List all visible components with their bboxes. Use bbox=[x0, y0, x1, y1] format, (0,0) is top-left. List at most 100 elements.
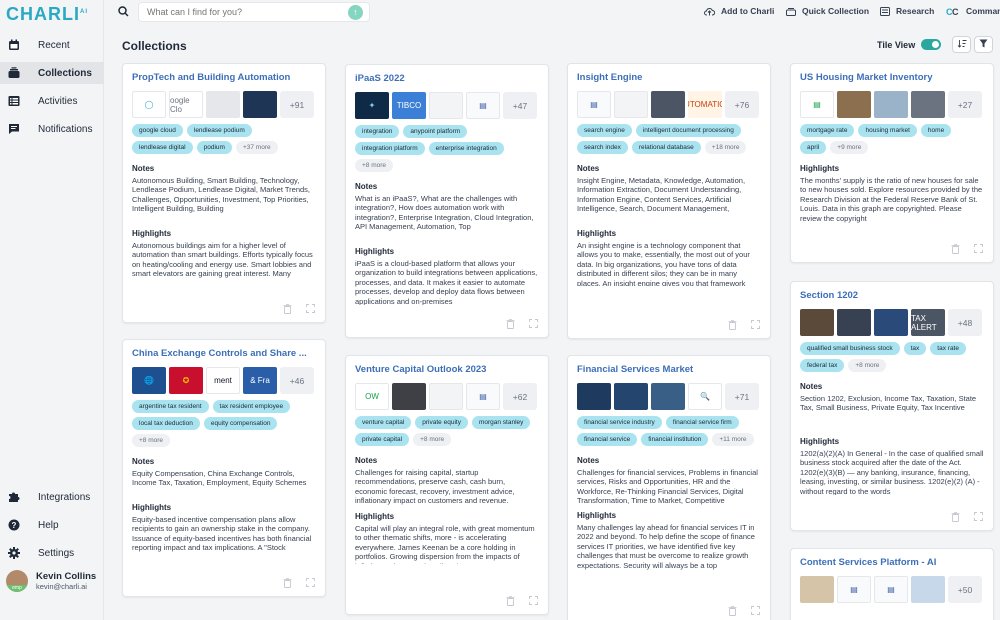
keyword-tag[interactable]: integration platform bbox=[355, 142, 425, 155]
collection-title[interactable]: Financial Services Market bbox=[577, 364, 761, 375]
document-thumbnail[interactable] bbox=[651, 91, 685, 118]
more-tags-button[interactable]: +8 more bbox=[132, 434, 171, 447]
more-documents-count[interactable]: +62 bbox=[503, 383, 537, 410]
expand-icon[interactable] bbox=[306, 304, 315, 314]
collection-title[interactable]: Insight Engine bbox=[577, 72, 761, 83]
trash-icon[interactable] bbox=[283, 578, 292, 588]
sidebar-item-notifications[interactable]: Notifications bbox=[0, 118, 104, 140]
more-tags-button[interactable]: +8 more bbox=[413, 433, 452, 446]
collection-title[interactable]: Venture Capital Outlook 2023 bbox=[355, 364, 539, 375]
more-documents-count[interactable]: +46 bbox=[280, 367, 314, 394]
document-thumbnail[interactable]: 🔍 bbox=[688, 383, 722, 410]
document-thumbnail[interactable]: OW bbox=[355, 383, 389, 410]
expand-icon[interactable] bbox=[751, 320, 760, 330]
document-thumbnail[interactable] bbox=[429, 383, 463, 410]
trash-icon[interactable] bbox=[728, 606, 737, 616]
sidebar-item-help[interactable]: ? Help bbox=[0, 514, 104, 536]
document-thumbnail[interactable] bbox=[911, 576, 945, 603]
keyword-tag[interactable]: search index bbox=[577, 141, 628, 154]
document-thumbnail[interactable]: ▤ bbox=[874, 576, 908, 603]
collection-title[interactable]: Section 1202 bbox=[800, 290, 984, 301]
keyword-tag[interactable]: enterprise integration bbox=[428, 142, 504, 155]
document-thumbnail[interactable] bbox=[392, 383, 426, 410]
more-documents-count[interactable]: +27 bbox=[948, 91, 982, 118]
document-thumbnail[interactable]: TAX ALERT bbox=[911, 309, 945, 336]
keyword-tag[interactable]: financial service firm bbox=[665, 416, 739, 429]
keyword-tag[interactable]: home bbox=[920, 124, 952, 137]
more-documents-count[interactable]: +50 bbox=[948, 576, 982, 603]
document-thumbnail[interactable] bbox=[874, 91, 908, 118]
more-documents-count[interactable]: +91 bbox=[280, 91, 314, 118]
keyword-tag[interactable]: anypoint platform bbox=[403, 125, 468, 138]
tile-view-toggle[interactable] bbox=[921, 39, 941, 50]
more-documents-count[interactable]: +48 bbox=[948, 309, 982, 336]
document-thumbnail[interactable]: ▤ bbox=[577, 91, 611, 118]
document-thumbnail[interactable] bbox=[800, 309, 834, 336]
keyword-tag[interactable]: argentine tax resident bbox=[132, 400, 209, 413]
more-tags-button[interactable]: +18 more bbox=[704, 141, 747, 154]
trash-icon[interactable] bbox=[283, 304, 292, 314]
trash-icon[interactable] bbox=[951, 512, 960, 522]
collection-title[interactable]: iPaaS 2022 bbox=[355, 73, 539, 84]
document-thumbnail[interactable] bbox=[651, 383, 685, 410]
document-thumbnail[interactable]: ment bbox=[206, 367, 240, 394]
commands-button[interactable]: CC Comman bbox=[946, 6, 1000, 16]
keyword-tag[interactable]: lendlease digital bbox=[132, 141, 193, 154]
document-thumbnail[interactable]: & Fra bbox=[243, 367, 277, 394]
keyword-tag[interactable]: mortgage rate bbox=[800, 124, 855, 137]
keyword-tag[interactable]: search engine bbox=[577, 124, 632, 137]
search-input[interactable] bbox=[138, 2, 370, 22]
keyword-tag[interactable]: integration bbox=[355, 125, 400, 138]
document-thumbnail[interactable] bbox=[800, 576, 834, 603]
collection-card[interactable]: Financial Services Market 🔍 +71 financial s… bbox=[567, 355, 771, 620]
more-documents-count[interactable]: +76 bbox=[725, 91, 759, 118]
document-thumbnail[interactable] bbox=[243, 91, 277, 118]
collection-title[interactable]: Content Services Platform - AI bbox=[800, 557, 984, 568]
sidebar-item-activities[interactable]: Activities bbox=[0, 90, 104, 112]
collection-card[interactable]: US Housing Market Inventory ▤ +27 mortgage … bbox=[790, 63, 994, 263]
document-thumbnail[interactable]: 🌐 bbox=[132, 367, 166, 394]
document-thumbnail[interactable]: ✪ bbox=[169, 367, 203, 394]
collection-card[interactable]: Content Services Platform - AI ▤ ▤ +50 bbox=[790, 548, 994, 620]
more-documents-count[interactable]: +71 bbox=[725, 383, 759, 410]
document-thumbnail[interactable] bbox=[614, 383, 648, 410]
document-thumbnail[interactable] bbox=[429, 92, 463, 119]
keyword-tag[interactable]: local tax deduction bbox=[132, 417, 200, 430]
expand-icon[interactable] bbox=[529, 319, 538, 329]
collection-card[interactable]: China Exchange Controls and Share ... 🌐 ✪ m… bbox=[122, 339, 326, 597]
keyword-tag[interactable]: private capital bbox=[355, 433, 410, 446]
keyword-tag[interactable]: tax resident employee bbox=[212, 400, 291, 413]
sidebar-item-settings[interactable]: Settings bbox=[0, 542, 104, 564]
collection-card[interactable]: iPaaS 2022 ✦ TIBCO ▤ +47 integration anypoint … bbox=[345, 64, 549, 338]
document-thumbnail[interactable] bbox=[837, 91, 871, 118]
document-thumbnail[interactable]: ▤ bbox=[466, 92, 500, 119]
collection-card[interactable]: Section 1202 TAX ALERT +48 qualified small … bbox=[790, 281, 994, 531]
document-thumbnail[interactable] bbox=[911, 91, 945, 118]
expand-icon[interactable] bbox=[974, 244, 983, 254]
keyword-tag[interactable]: tax bbox=[903, 342, 927, 355]
document-thumbnail[interactable]: ✦ bbox=[355, 92, 389, 119]
document-thumbnail[interactable] bbox=[206, 91, 240, 118]
keyword-tag[interactable]: podium bbox=[196, 141, 232, 154]
trash-icon[interactable] bbox=[506, 319, 515, 329]
keyword-tag[interactable]: private equity bbox=[415, 416, 468, 429]
expand-icon[interactable] bbox=[306, 578, 315, 588]
document-thumbnail[interactable] bbox=[614, 91, 648, 118]
sidebar-item-recent[interactable]: Recent bbox=[0, 34, 104, 56]
search-icon[interactable] bbox=[118, 6, 129, 20]
trash-icon[interactable] bbox=[728, 320, 737, 330]
document-thumbnail[interactable]: ◯ bbox=[132, 91, 166, 118]
document-thumbnail[interactable]: ▤ bbox=[800, 91, 834, 118]
trash-icon[interactable] bbox=[951, 244, 960, 254]
document-thumbnail[interactable]: ▤ bbox=[837, 576, 871, 603]
collection-title[interactable]: PropTech and Building Automation bbox=[132, 72, 316, 83]
document-thumbnail[interactable]: oogle Clo bbox=[169, 91, 203, 118]
filter-button[interactable] bbox=[974, 36, 993, 53]
more-documents-count[interactable]: +47 bbox=[503, 92, 537, 119]
more-tags-button[interactable]: +9 more bbox=[830, 141, 869, 154]
research-button[interactable]: Research bbox=[880, 6, 934, 16]
keyword-tag[interactable]: morgan stanley bbox=[471, 416, 531, 429]
collection-title[interactable]: China Exchange Controls and Share ... bbox=[132, 348, 316, 359]
keyword-tag[interactable]: equity compensation bbox=[203, 417, 278, 430]
collection-card[interactable]: PropTech and Building Automation ◯ oogle C… bbox=[122, 63, 326, 323]
